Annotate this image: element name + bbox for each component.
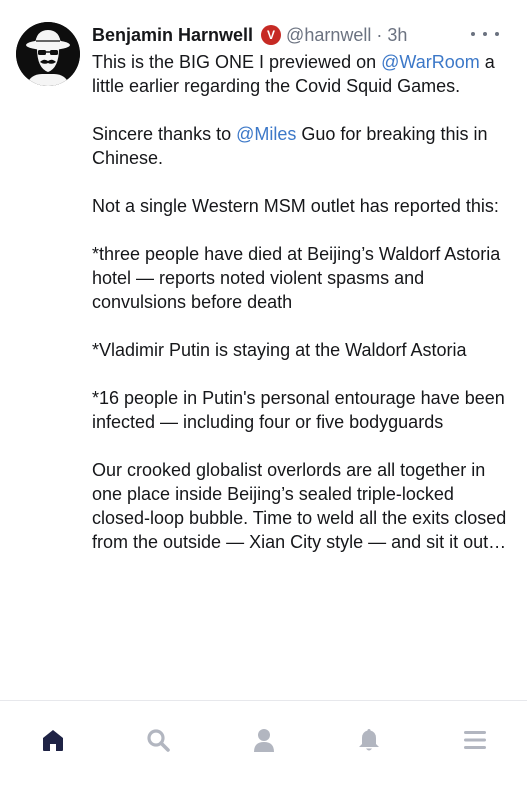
bottom-nav xyxy=(0,700,527,800)
author-display-name[interactable]: Benjamin Harnwell xyxy=(92,25,253,46)
post-paragraph-3: Not a single Western MSM outlet has repo… xyxy=(92,196,499,216)
paragraph-text: Sincere thanks to xyxy=(92,124,232,144)
avatar-cartoon-icon xyxy=(16,22,80,86)
paragraph-text: This is the BIG ONE I previewed on xyxy=(92,52,377,72)
post-timestamp[interactable]: 3h xyxy=(387,25,407,46)
more-dots-icon xyxy=(471,32,475,36)
verified-badge-icon: V xyxy=(261,25,282,45)
nav-search-button[interactable] xyxy=(143,725,173,755)
search-icon xyxy=(147,729,170,752)
more-options-button[interactable] xyxy=(471,24,499,44)
post-paragraph-1: This is the BIG ONE I previewed on @WarR… xyxy=(92,50,512,98)
post-text: This is the BIG ONE I previewed on @WarR… xyxy=(92,50,512,554)
post-paragraph-2: Sincere thanks to @Miles Guo for breakin… xyxy=(92,122,512,170)
post-paragraph-5: *Vladimir Putin is staying at the Waldor… xyxy=(92,340,467,360)
post-card: Benjamin Harnwell V @harnwell · 3h This … xyxy=(0,0,527,700)
nav-menu-button[interactable] xyxy=(460,725,490,755)
more-dots-icon xyxy=(483,32,487,36)
post-paragraph-4: *three people have died at Beijing’s Wal… xyxy=(92,244,501,312)
nav-home-button[interactable] xyxy=(38,725,68,755)
author-handle[interactable]: @harnwell xyxy=(286,25,371,46)
post-body: Benjamin Harnwell V @harnwell · 3h This … xyxy=(92,22,512,554)
mention-miles-link[interactable]: @Miles xyxy=(236,124,296,144)
avatar[interactable] xyxy=(16,22,80,86)
post-paragraph-6: *16 people in Putin's personal entourage… xyxy=(92,388,505,432)
post-paragraph-7: Our crooked globalist overlords are all … xyxy=(92,460,507,552)
nav-notifications-button[interactable] xyxy=(354,725,384,755)
nav-profile-button[interactable] xyxy=(249,725,279,755)
post-header: Benjamin Harnwell V @harnwell · 3h xyxy=(92,22,512,48)
home-icon xyxy=(43,730,63,751)
bell-icon xyxy=(359,729,379,751)
more-dots-icon xyxy=(495,32,499,36)
menu-icon xyxy=(464,731,486,749)
mention-warroom-link[interactable]: @WarRoom xyxy=(381,52,480,72)
header-separator: · xyxy=(376,24,383,45)
profile-icon xyxy=(254,729,274,752)
